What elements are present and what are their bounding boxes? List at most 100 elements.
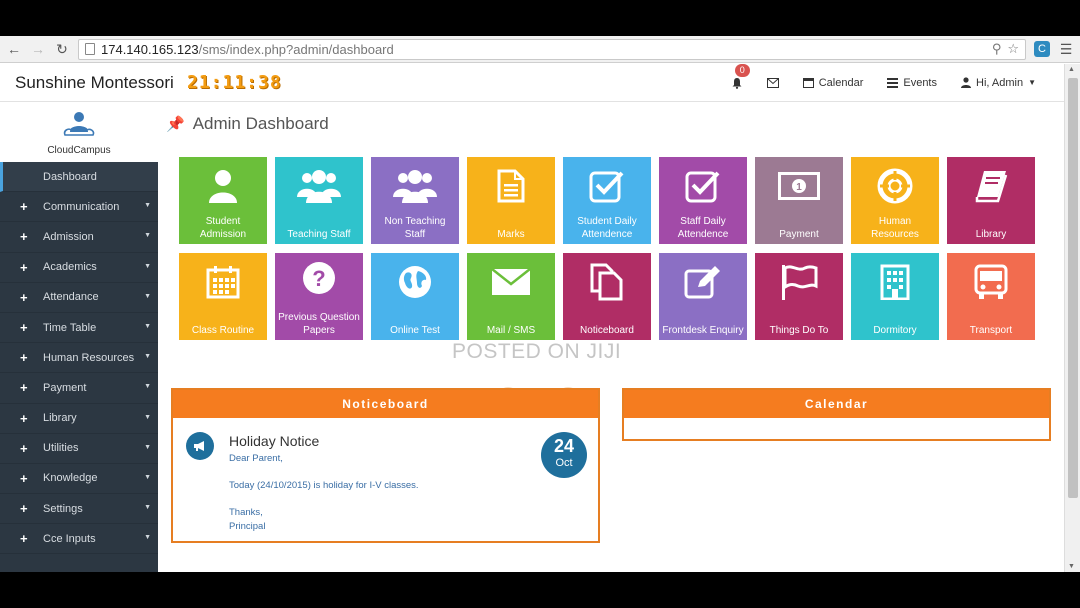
back-arrow-icon[interactable]: ← bbox=[6, 41, 22, 57]
digital-clock: 21:11:38 bbox=[187, 72, 282, 93]
money-icon: 1 bbox=[778, 172, 820, 200]
flag-icon bbox=[782, 265, 818, 300]
tile-label: Non Teaching Staff bbox=[384, 216, 446, 240]
envelope-icon bbox=[766, 77, 779, 88]
tile-teaching-staff[interactable]: Teaching Staff bbox=[275, 157, 363, 244]
sidebar-item-human-resources[interactable]: + Human Resources ▼ bbox=[0, 343, 158, 374]
forward-arrow-icon[interactable]: → bbox=[30, 41, 46, 57]
scroll-up-icon[interactable]: ▲ bbox=[1068, 66, 1075, 73]
pin-icon: 📌 bbox=[166, 116, 185, 133]
tile-student-admission[interactable]: Student Admission bbox=[179, 157, 267, 244]
sidebar-item-settings[interactable]: + Settings ▼ bbox=[0, 494, 158, 525]
tile-student-daily-attendence[interactable]: Student Daily Attendence bbox=[563, 157, 651, 244]
tile-staff-daily-attendence[interactable]: Staff Daily Attendence bbox=[659, 157, 747, 244]
lifebuoy-icon bbox=[877, 168, 913, 204]
user-menu[interactable]: Hi, Admin ▼ bbox=[949, 64, 1064, 101]
sidebar-item-library[interactable]: + Library ▼ bbox=[0, 404, 158, 434]
calendar-link[interactable]: Calendar bbox=[791, 64, 876, 101]
key-icon[interactable]: ⚲ bbox=[992, 41, 1002, 57]
sidebar-item-utilities[interactable]: + Utilities ▼ bbox=[0, 434, 158, 464]
sidebar-item-cce-inputs[interactable]: + Cce Inputs ▼ bbox=[0, 524, 158, 555]
chevron-down-icon: ▼ bbox=[144, 262, 151, 270]
tile-class-routine[interactable]: Class Routine bbox=[179, 253, 267, 340]
tile-noticeboard[interactable]: Noticeboard bbox=[563, 253, 651, 340]
tile-payment[interactable]: 1 Payment bbox=[755, 157, 843, 244]
sidebar-item-label: Attendance bbox=[43, 291, 99, 304]
chevron-down-icon: ▼ bbox=[144, 473, 151, 481]
tile-label: Dormitory bbox=[873, 325, 917, 336]
messages-button[interactable] bbox=[755, 64, 791, 101]
book-icon bbox=[975, 171, 1008, 203]
plus-icon: + bbox=[20, 259, 28, 275]
sidebar-item-label: Communication bbox=[43, 200, 120, 213]
tile-label: Noticeboard bbox=[580, 325, 634, 336]
tile-library[interactable]: Library bbox=[947, 157, 1035, 244]
calendar-icon bbox=[206, 266, 240, 299]
checkbox-icon bbox=[685, 171, 720, 203]
sidebar-item-label: Library bbox=[43, 412, 77, 425]
tile-label: Teaching Staff bbox=[287, 229, 351, 240]
tile-frontdesk-enquiry[interactable]: Frontdesk Enquiry bbox=[659, 253, 747, 340]
address-bar[interactable]: 174.140.165.123/sms/index.php?admin/dash… bbox=[78, 38, 1026, 60]
question-icon: ? bbox=[303, 262, 335, 294]
reload-icon[interactable]: ↻ bbox=[54, 41, 70, 57]
chevron-down-icon: ▼ bbox=[144, 353, 151, 361]
brand-name[interactable]: Sunshine Montessori bbox=[15, 73, 187, 93]
building-icon bbox=[880, 264, 910, 300]
tile-label: Marks bbox=[497, 229, 525, 240]
screen: ← → ↻ 174.140.165.123/sms/index.php?admi… bbox=[0, 36, 1080, 572]
sidebar-item-academics[interactable]: + Academics ▼ bbox=[0, 253, 158, 283]
sidebar-item-communication[interactable]: + Communication ▼ bbox=[0, 192, 158, 223]
plus-icon: + bbox=[20, 440, 28, 456]
tile-marks[interactable]: Marks bbox=[467, 157, 555, 244]
sidebar-item-attendance[interactable]: + Attendance ▼ bbox=[0, 283, 158, 313]
notification-count-badge: 0 bbox=[734, 64, 750, 77]
noticeboard-heading: Noticeboard bbox=[173, 390, 598, 418]
tile-things-do-to[interactable]: Things Do To bbox=[755, 253, 843, 340]
scroll-thumb[interactable] bbox=[1068, 78, 1078, 498]
envelope-icon bbox=[491, 268, 531, 295]
sidebar-item-knowledge[interactable]: + Knowledge ▼ bbox=[0, 464, 158, 495]
chevron-down-icon: ▼ bbox=[144, 413, 151, 421]
tile-non-teaching-staff[interactable]: Non Teaching Staff bbox=[371, 157, 459, 244]
notice-date-month: Oct bbox=[555, 457, 573, 469]
bus-icon bbox=[974, 264, 1008, 299]
sidebar-item-label: Admission bbox=[43, 230, 94, 243]
calendar-panel: Calendar bbox=[622, 388, 1051, 441]
plus-icon: + bbox=[20, 289, 28, 305]
scroll-down-icon[interactable]: ▼ bbox=[1068, 563, 1075, 570]
group-icon bbox=[393, 170, 437, 203]
notice-title[interactable]: Holiday Notice bbox=[229, 433, 319, 449]
sidebar-item-dashboard[interactable]: +Dashboard bbox=[0, 162, 158, 193]
tile-label: Things Do To bbox=[769, 325, 829, 336]
plus-icon: + bbox=[20, 531, 28, 547]
sidebar-item-admission[interactable]: + Admission ▼ bbox=[0, 222, 158, 253]
edit-icon bbox=[684, 266, 720, 299]
tile-online-test[interactable]: Online Test bbox=[371, 253, 459, 340]
tile-transport[interactable]: Transport bbox=[947, 253, 1035, 340]
chevron-down-icon: ▼ bbox=[1028, 78, 1036, 87]
tile-dormitory[interactable]: Dormitory bbox=[851, 253, 939, 340]
cloudcampus-logo[interactable]: CloudCampus bbox=[0, 103, 158, 161]
page-scrollbar[interactable]: ▲ ▼ bbox=[1064, 64, 1080, 572]
svg-text:1: 1 bbox=[796, 182, 802, 193]
chevron-down-icon: ▼ bbox=[144, 232, 151, 240]
sidebar-item-payment[interactable]: + Payment ▼ bbox=[0, 373, 158, 404]
bell-icon bbox=[732, 77, 742, 89]
tile-previous-question-papers[interactable]: ? Previous Question Papers bbox=[275, 253, 363, 340]
tile-label: Student Daily Attendence bbox=[577, 216, 637, 240]
tile-human-resources[interactable]: Human Resources bbox=[851, 157, 939, 244]
files-icon bbox=[590, 263, 623, 301]
noticeboard-panel: Noticeboard Holiday Notice Dear Parent, … bbox=[171, 388, 600, 543]
notifications-button[interactable]: 0 bbox=[719, 64, 755, 101]
sidebar: +Dashboard +Communication▼ +Admission▼ +… bbox=[0, 162, 158, 572]
browser-menu-icon[interactable]: ☰ bbox=[1058, 41, 1074, 58]
tile-label: Class Routine bbox=[191, 325, 255, 336]
star-icon[interactable]: ☆ bbox=[1007, 41, 1019, 57]
extension-icon[interactable]: C bbox=[1034, 41, 1050, 57]
tile-mail-sms[interactable]: Mail / SMS bbox=[467, 253, 555, 340]
notice-greeting: Dear Parent, bbox=[229, 453, 283, 464]
checkbox-icon bbox=[589, 171, 624, 203]
events-link[interactable]: Events bbox=[875, 64, 949, 101]
sidebar-item-time-table[interactable]: + Time Table ▼ bbox=[0, 313, 158, 344]
